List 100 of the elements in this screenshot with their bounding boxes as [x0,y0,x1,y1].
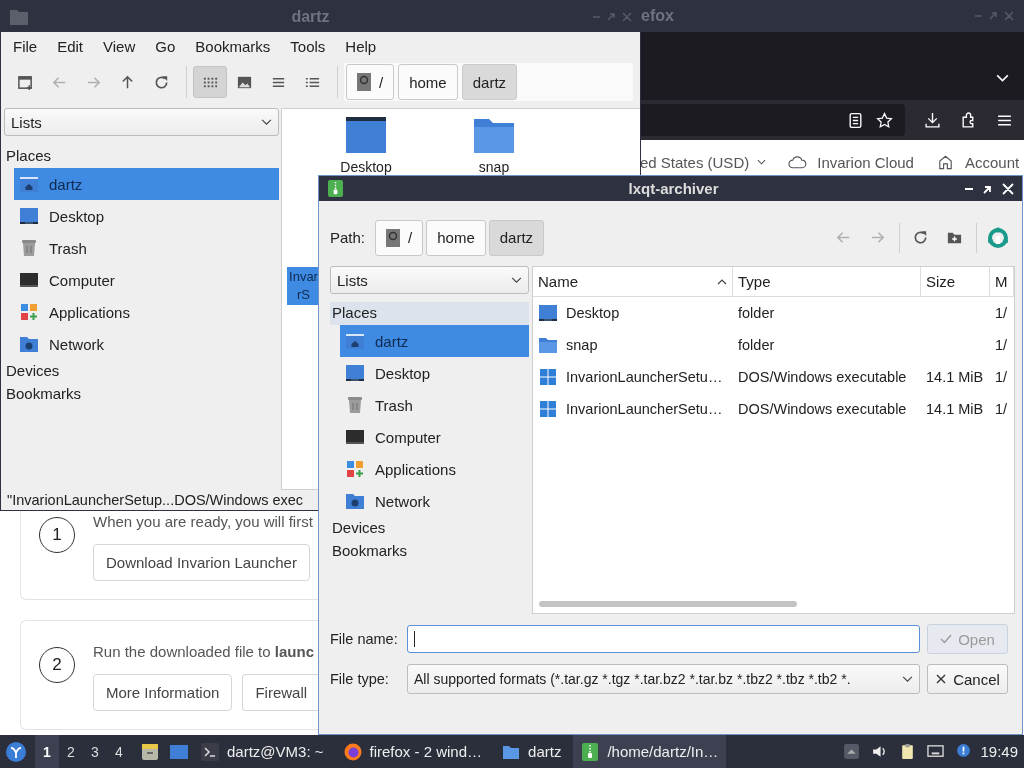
file-row[interactable]: Desktop folder 1/ [533,297,1014,329]
menu-item[interactable]: Bookmarks [185,37,281,55]
file-label[interactable]: Desktop [340,159,392,175]
file-date: 1/ [995,337,1008,353]
path-button[interactable]: home [398,64,458,100]
currency-selector[interactable]: ed States (USD) [640,153,750,171]
task-button[interactable]: /home/dartz/In… [573,735,727,768]
zip-file-icon [328,180,343,197]
home-folder-icon [345,331,365,351]
menu-item[interactable]: File [3,37,48,55]
page-button[interactable]: Download Invarion Launcher [93,544,310,581]
section-header[interactable]: Places [4,145,279,168]
file-type: folder [738,337,775,353]
desktop-switcher[interactable]: 1 [35,735,59,768]
drive-icon [357,73,371,91]
apps-grid-icon [19,302,39,322]
start-menu-icon[interactable] [5,740,27,763]
desktop-switcher[interactable]: 4 [107,735,131,768]
drive-icon [386,228,401,247]
view-dropdown[interactable]: Lists [4,108,279,136]
place-item[interactable]: Desktop [14,200,279,232]
column-header[interactable]: M [990,267,1014,296]
path-button[interactable]: dartz [488,219,545,256]
field-label: File name: [330,631,399,647]
section-header[interactable]: Bookmarks [4,383,279,406]
file-name: InvarionLauncherSetu… [566,401,723,417]
task-button[interactable]: firefox - 2 wind… [335,735,491,768]
view-mode-button[interactable] [193,66,227,98]
file-name: Desktop [566,305,620,321]
chevron-down-icon [902,675,913,683]
file-date: 1/ [995,369,1008,385]
field-label: Path: [330,229,366,246]
file-label[interactable]: snap [478,159,510,175]
place-item[interactable]: Trash [340,389,529,421]
desktop-switcher[interactable]: 2 [59,735,83,768]
file-row[interactable]: InvarionLauncherSetu… DOS/Windows executable 14.1 MiB 1/ [533,393,1014,425]
place-item[interactable]: Computer [14,264,279,296]
reload-icon[interactable] [152,73,170,91]
place-item[interactable]: Computer [340,421,529,453]
place-item[interactable]: dartz [14,168,279,200]
desktop-icon[interactable] [346,115,386,155]
menu-item[interactable]: Edit [47,37,94,55]
place-item[interactable]: Applications [340,453,529,485]
star-icon[interactable] [876,111,893,129]
file-name: InvarionLauncherSetu… [566,369,723,385]
window-title: lxqt-archiver [628,180,719,197]
menu-item[interactable]: View [93,37,146,55]
task-button[interactable]: dartz [494,735,570,768]
file-type-dropdown[interactable]: All supported formats (*.tar.gz *.tgz *.tar.bz2 *.tar.bz *.tbz2 *.tbz *.tb2 *. [407,664,920,694]
menu-item[interactable]: Tools [280,37,336,55]
browser-icon [343,742,362,761]
task-button[interactable]: dartz@VM3: ~ [193,735,332,768]
place-item[interactable]: Trash [14,232,279,264]
file-size: 14.1 MiB [926,369,984,385]
window-title: efox [641,7,674,25]
download-icon[interactable] [924,111,941,129]
section-header[interactable]: Bookmarks [330,540,529,563]
path-button[interactable]: / [375,219,424,256]
cloud-icon[interactable] [788,154,808,170]
menu-item[interactable]: Help [335,37,387,55]
section-header[interactable]: Devices [330,517,529,540]
desktop-switcher[interactable]: 3 [83,735,107,768]
nav-link[interactable]: Invarion Cloud [817,153,914,171]
dialog-button[interactable]: Cancel [927,664,1008,694]
file-name-field[interactable] [407,625,920,653]
desktop-icon [538,303,558,323]
desktop-icon [19,206,39,226]
place-item[interactable]: Network [340,485,529,517]
file-name: snap [566,337,598,353]
place-item[interactable]: Network [14,328,279,360]
network-icon[interactable] [927,743,945,760]
view-dropdown[interactable]: Lists [330,266,529,294]
chevron-down-icon [261,118,272,126]
column-header[interactable]: Type [733,267,921,296]
file-label[interactable]: Invar rS [287,267,320,305]
column-header[interactable]: Size [921,267,990,296]
terminal-icon [201,742,219,761]
app-logo-icon[interactable] [985,225,1010,250]
place-item[interactable]: dartz [340,325,529,357]
section-header[interactable]: Places [330,302,529,325]
page-button[interactable]: More Information [93,674,233,711]
reader-view-icon[interactable] [847,111,864,129]
alert-icon[interactable] [955,743,973,760]
new-window-icon[interactable] [16,73,34,91]
path-button[interactable]: / [346,64,395,100]
page-button[interactable]: Firewall [242,674,320,711]
file-type: DOS/Windows executable [738,369,907,385]
path-button[interactable]: dartz [461,64,518,100]
section-header[interactable]: Devices [4,360,279,383]
nav-link[interactable]: Account [964,153,1020,171]
column-header[interactable]: Name [533,267,733,296]
reload-icon[interactable] [912,229,929,246]
place-item[interactable]: Desktop [340,357,529,389]
place-item[interactable]: Applications [14,296,279,328]
menu-item[interactable]: Go [145,37,186,55]
file-row[interactable]: snap folder 1/ [533,329,1014,361]
file-cabinet-icon[interactable] [140,741,160,762]
path-button[interactable]: home [426,219,486,256]
file-row[interactable]: InvarionLauncherSetu… DOS/Windows executable 14.1 MiB 1/ [533,361,1014,393]
scrollbar[interactable] [539,601,797,607]
